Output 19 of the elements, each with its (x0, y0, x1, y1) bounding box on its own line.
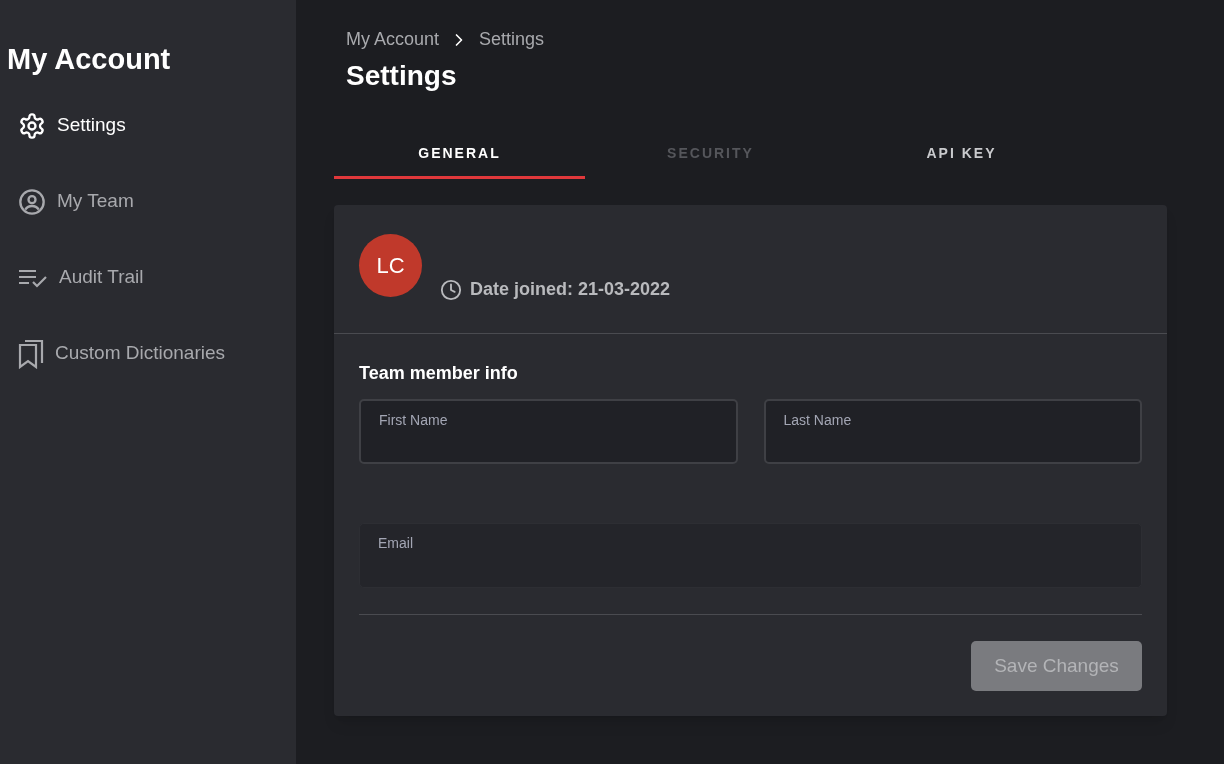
sidebar-item[interactable]: Settings (0, 103, 296, 148)
sidebar-item[interactable]: Audit Trail (0, 255, 296, 300)
clock-icon (440, 278, 462, 301)
sidebar-title: My Account (6, 42, 172, 77)
page-title: Settings (345, 59, 458, 93)
tab[interactable]: API KEY (836, 131, 1087, 179)
sidebar-item[interactable]: Custom Dictionaries (0, 331, 296, 376)
breadcrumb-link[interactable]: Settings (479, 26, 545, 53)
input-field[interactable]: Last Name (763, 399, 1142, 464)
sidebar-item[interactable]: My Team (0, 179, 296, 224)
avatar: LC (359, 234, 422, 297)
bookmarks-icon (18, 338, 44, 369)
date-joined: Date joined: 21-03-2022 (470, 278, 671, 301)
breadcrumb-link[interactable]: My Account (346, 26, 440, 53)
section-title: Team member info (359, 362, 519, 385)
user-circle-icon (18, 187, 46, 216)
gear-icon (18, 111, 46, 140)
tab[interactable]: GENERAL (334, 131, 585, 179)
input-field[interactable]: First Name (359, 399, 738, 464)
